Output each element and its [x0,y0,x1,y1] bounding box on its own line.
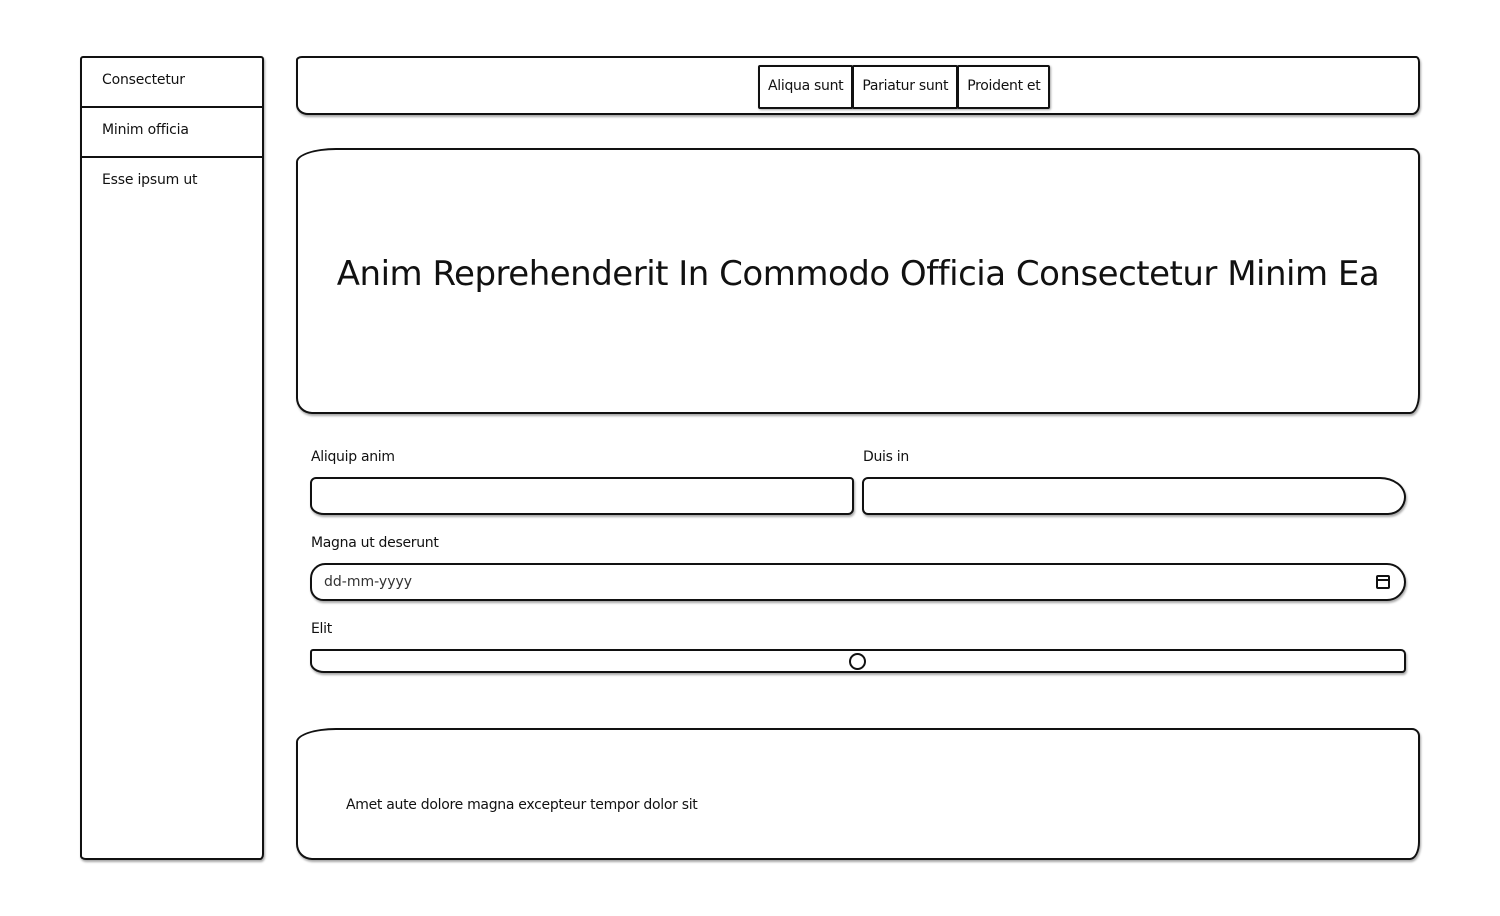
top-navbar: Aliqua sunt Pariatur sunt Proident et [296,56,1420,115]
tab-pariatur-sunt[interactable]: Pariatur sunt [852,65,959,109]
aliquip-anim-label: Aliquip anim [311,449,395,465]
elit-label: Elit [311,621,332,637]
page-title: Anim Reprehenderit In Commodo Officia Co… [336,254,1380,294]
calendar-icon[interactable] [1376,575,1390,589]
hero-panel: Anim Reprehenderit In Commodo Officia Co… [296,148,1420,414]
elit-slider[interactable] [310,649,1406,673]
footer-panel: Amet aute dolore magna excepteur tempor … [296,728,1420,860]
sidebar-item-esse-ipsum-ut[interactable]: Esse ipsum ut [82,158,262,208]
tab-label: Aliqua sunt [768,78,844,94]
sidebar-item-consectetur[interactable]: Consectetur [82,58,262,108]
sidebar-item-minim-officia[interactable]: Minim officia [82,108,262,158]
sidebar: Consectetur Minim officia Esse ipsum ut [80,56,264,860]
tab-aliqua-sunt[interactable]: Aliqua sunt [758,65,854,109]
date-placeholder: dd-mm-yyyy [324,574,413,590]
tab-label: Proident et [967,78,1041,94]
duis-in-input[interactable] [862,477,1406,515]
tab-label: Pariatur sunt [862,78,949,94]
sidebar-item-label: Esse ipsum ut [102,172,198,188]
magna-ut-deserunt-label: Magna ut deserunt [311,535,439,551]
duis-in-label: Duis in [863,449,909,465]
sidebar-item-label: Consectetur [102,72,185,88]
footer-text: Amet aute dolore magna excepteur tempor … [346,797,698,813]
nav-tab-group: Aliqua sunt Pariatur sunt Proident et [758,65,1051,109]
slider-thumb[interactable] [849,653,866,670]
sidebar-item-label: Minim officia [102,122,189,138]
tab-proident-et[interactable]: Proident et [957,65,1051,109]
aliquip-anim-input[interactable] [310,477,854,515]
date-input[interactable]: dd-mm-yyyy [310,563,1406,601]
